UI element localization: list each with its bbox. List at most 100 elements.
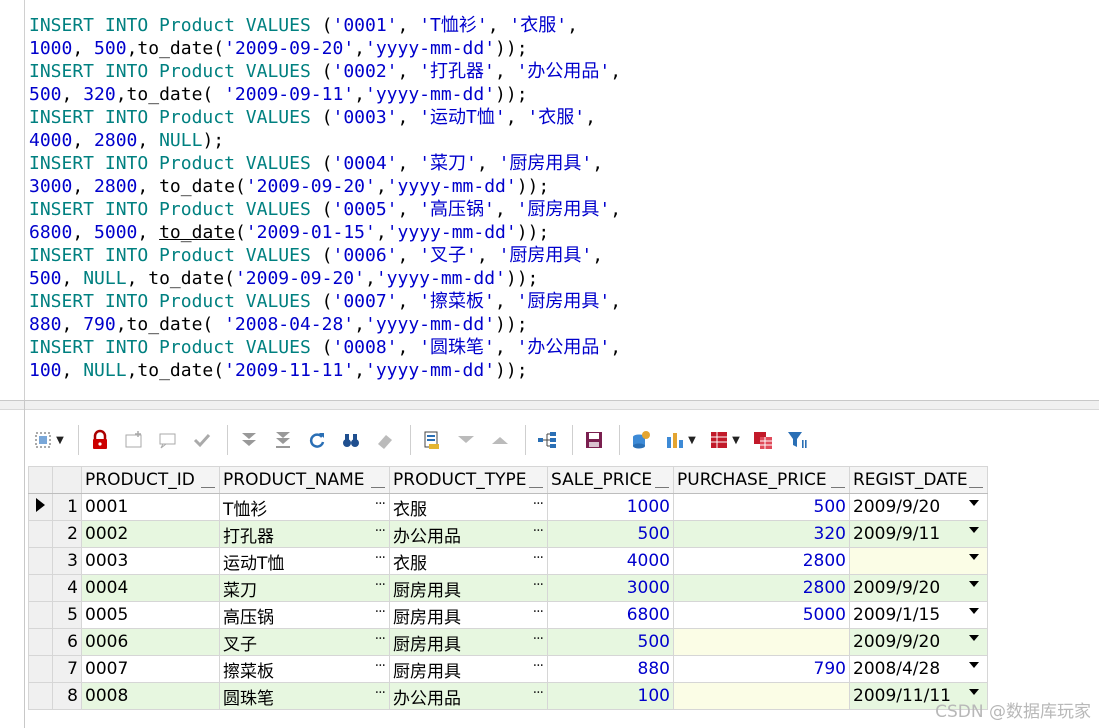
cell-regist-date[interactable]: 2009/9/20 <box>849 574 988 602</box>
row-marker[interactable] <box>28 655 53 683</box>
table-row[interactable]: 3 0003 运动T恤 ··· 衣服 ··· 4000 2800 <box>28 547 988 575</box>
table-row[interactable]: 2 0002 打孔器 ··· 办公用品 ··· 500 320 2009/9/11 <box>28 520 988 548</box>
cell-product-type[interactable]: 办公用品 ··· <box>389 520 548 548</box>
row-number[interactable]: 2 <box>52 520 82 548</box>
cell-product-name[interactable]: 菜刀 ··· <box>219 574 390 602</box>
tree-button[interactable] <box>532 425 562 455</box>
column-header-product-name[interactable]: PRODUCT_NAME <box>219 466 390 494</box>
clear-button[interactable] <box>370 425 400 455</box>
sql-code[interactable]: INSERT INTO Product VALUES ('0001', 'T恤衫… <box>29 14 621 382</box>
insert-record-button[interactable] <box>119 425 149 455</box>
comment-button[interactable] <box>153 425 183 455</box>
cell-regist-date[interactable]: 2009/9/20 <box>849 628 988 656</box>
pane-splitter[interactable] <box>0 401 1099 410</box>
table-row[interactable]: 7 0007 擦菜板 ··· 厨房用具 ··· 880 790 2008/4/28 <box>28 655 988 683</box>
grid-view-button[interactable]: ▼ <box>704 425 744 455</box>
column-header-sale-price[interactable]: SALE_PRICE <box>547 466 674 494</box>
cell-product-name[interactable]: 圆珠笔 ··· <box>219 682 390 710</box>
result-grid[interactable]: PRODUCT_ID PRODUCT_NAME PRODUCT_TYPE SAL… <box>28 466 988 710</box>
row-marker[interactable] <box>28 682 53 710</box>
ellipsis-icon[interactable]: ··· <box>375 550 386 566</box>
row-number[interactable]: 7 <box>52 655 82 683</box>
cell-product-id[interactable]: 0005 <box>81 601 220 629</box>
row-marker[interactable] <box>28 547 53 575</box>
cell-product-id[interactable]: 0004 <box>81 574 220 602</box>
cell-sale-price[interactable]: 100 <box>547 682 674 710</box>
row-marker[interactable] <box>28 574 53 602</box>
save-button[interactable] <box>579 425 609 455</box>
lock-button[interactable] <box>85 425 115 455</box>
ellipsis-icon[interactable]: ··· <box>533 577 544 593</box>
import-button[interactable] <box>626 425 656 455</box>
collapse-button[interactable] <box>485 425 515 455</box>
find-button[interactable] <box>336 425 366 455</box>
table-row[interactable]: 4 0004 菜刀 ··· 厨房用具 ··· 3000 2800 2009/9/20 <box>28 574 988 602</box>
cell-purchase-price[interactable]: 320 <box>673 520 850 548</box>
dropdown-arrow-icon[interactable] <box>969 527 979 533</box>
export-button[interactable] <box>748 425 778 455</box>
ellipsis-icon[interactable]: ··· <box>375 577 386 593</box>
cell-sale-price[interactable]: 500 <box>547 520 674 548</box>
cell-product-id[interactable]: 0008 <box>81 682 220 710</box>
row-marker[interactable] <box>28 520 53 548</box>
table-row[interactable]: 5 0005 高压锅 ··· 厨房用具 ··· 6800 5000 2009/1/15 <box>28 601 988 629</box>
cell-product-name[interactable]: 运动T恤 ··· <box>219 547 390 575</box>
column-header-regist-date[interactable]: REGIST_DATE <box>849 466 988 494</box>
next-button[interactable] <box>234 425 264 455</box>
post-button[interactable] <box>187 425 217 455</box>
dropdown-arrow-icon[interactable] <box>969 608 979 614</box>
cell-product-type[interactable]: 办公用品 ··· <box>389 682 548 710</box>
cell-product-name[interactable]: 叉子 ··· <box>219 628 390 656</box>
cell-product-type[interactable]: 厨房用具 ··· <box>389 601 548 629</box>
cell-sale-price[interactable]: 4000 <box>547 547 674 575</box>
cell-sale-price[interactable]: 500 <box>547 628 674 656</box>
cell-sale-price[interactable]: 1000 <box>547 493 674 521</box>
table-row[interactable]: 6 0006 叉子 ··· 厨房用具 ··· 500 2009/9/20 <box>28 628 988 656</box>
cell-product-name[interactable]: 打孔器 ··· <box>219 520 390 548</box>
dropdown-arrow-icon[interactable] <box>969 689 979 695</box>
cell-product-type[interactable]: 衣服 ··· <box>389 493 548 521</box>
row-number[interactable]: 8 <box>52 682 82 710</box>
column-header-product-type[interactable]: PRODUCT_TYPE <box>389 466 548 494</box>
ellipsis-icon[interactable]: ··· <box>533 523 544 539</box>
cell-product-type[interactable]: 厨房用具 ··· <box>389 574 548 602</box>
cell-product-id[interactable]: 0001 <box>81 493 220 521</box>
ellipsis-icon[interactable]: ··· <box>533 604 544 620</box>
cell-regist-date[interactable]: 2008/4/28 <box>849 655 988 683</box>
sql-editor[interactable]: INSERT INTO Product VALUES ('0001', 'T恤衫… <box>0 0 1099 401</box>
dropdown-arrow-icon[interactable] <box>969 635 979 641</box>
cell-product-type[interactable]: 厨房用具 ··· <box>389 655 548 683</box>
row-number[interactable]: 4 <box>52 574 82 602</box>
ellipsis-icon[interactable]: ··· <box>375 658 386 674</box>
ellipsis-icon[interactable]: ··· <box>533 550 544 566</box>
ellipsis-icon[interactable]: ··· <box>533 496 544 512</box>
last-button[interactable] <box>268 425 298 455</box>
cell-purchase-price[interactable]: 790 <box>673 655 850 683</box>
cell-regist-date[interactable] <box>849 547 988 575</box>
ellipsis-icon[interactable]: ··· <box>533 631 544 647</box>
dropdown-arrow-icon[interactable] <box>969 554 979 560</box>
cell-product-id[interactable]: 0003 <box>81 547 220 575</box>
column-header-product-id[interactable]: PRODUCT_ID <box>81 466 220 494</box>
cell-sale-price[interactable]: 6800 <box>547 601 674 629</box>
filter-button[interactable] <box>782 425 812 455</box>
cell-purchase-price[interactable]: 500 <box>673 493 850 521</box>
cell-regist-date[interactable]: 2009/1/15 <box>849 601 988 629</box>
print-preview-button[interactable] <box>417 425 447 455</box>
expand-button[interactable] <box>451 425 481 455</box>
row-marker[interactable] <box>28 493 53 521</box>
ellipsis-icon[interactable]: ··· <box>533 658 544 674</box>
cell-product-name[interactable]: 高压锅 ··· <box>219 601 390 629</box>
row-marker[interactable] <box>28 601 53 629</box>
ellipsis-icon[interactable]: ··· <box>375 631 386 647</box>
cell-product-type[interactable]: 衣服 ··· <box>389 547 548 575</box>
chart-button[interactable]: ▼ <box>660 425 700 455</box>
ellipsis-icon[interactable]: ··· <box>375 496 386 512</box>
cell-product-type[interactable]: 厨房用具 ··· <box>389 628 548 656</box>
refresh-button[interactable] <box>302 425 332 455</box>
cell-product-name[interactable]: T恤衫 ··· <box>219 493 390 521</box>
row-number[interactable]: 3 <box>52 547 82 575</box>
cell-regist-date[interactable]: 2009/9/11 <box>849 520 988 548</box>
table-row[interactable]: 1 0001 T恤衫 ··· 衣服 ··· 1000 500 2009/9/20 <box>28 493 988 521</box>
cell-purchase-price[interactable]: 2800 <box>673 574 850 602</box>
